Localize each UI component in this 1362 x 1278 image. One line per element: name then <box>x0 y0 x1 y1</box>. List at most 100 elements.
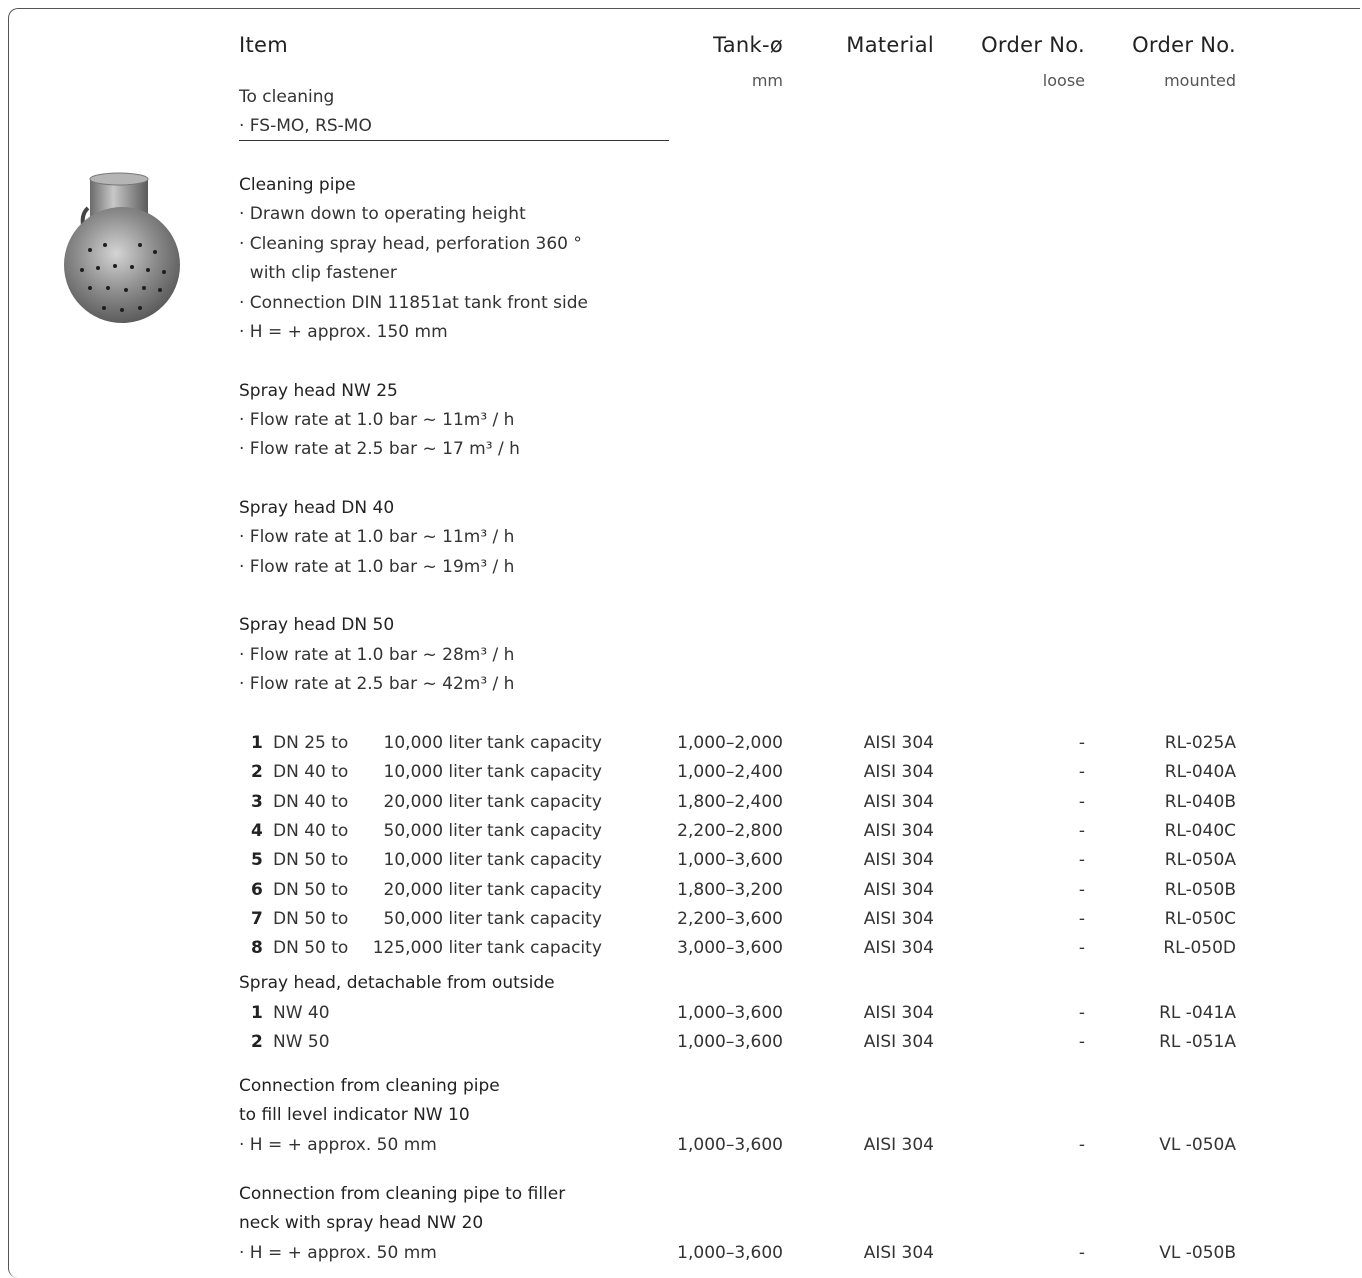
table-row: 8 DN 50 to 125,000 liter tank capacity 3,000… <box>0 938 1362 967</box>
table-row: 3 DN 40 to 20,000 liter tank capacity 1,800–… <box>0 792 1362 821</box>
capacity-label-cell: tank capacity <box>487 762 602 783</box>
material-cell: AISI 304 <box>863 733 934 753</box>
mounted-cell: RL -041A <box>1159 1003 1236 1023</box>
loose-cell: - <box>1078 938 1085 959</box>
mounted-cell: RL -051A <box>1159 1032 1236 1053</box>
mounted-cell: RL-050D <box>1163 938 1236 959</box>
capacity-cell: 10,000 liter <box>383 850 482 871</box>
dn-cell: DN 50 to <box>273 879 349 900</box>
row-number: 1 <box>251 733 263 753</box>
cleaning-pipe-line: · Cleaning spray head, perforation 360 ° <box>239 234 582 254</box>
table-row: 1 DN 25 to 10,000 liter tank capacity 1,000–… <box>0 733 1362 762</box>
intro-line-2: · FS-MO, RS-MO <box>239 116 372 136</box>
loose-cell: - <box>1078 1243 1085 1263</box>
tank-cell: 2,200–3,600 <box>677 908 783 929</box>
row-number: 1 <box>251 1003 263 1023</box>
tank-cell: 1,000–3,600 <box>677 850 783 871</box>
tank-cell: 1,000–3,600 <box>677 1135 783 1155</box>
header-order-mounted: Order No. <box>1132 33 1236 57</box>
tank-cell: 1,000–2,400 <box>677 762 783 783</box>
mounted-cell: RL-050A <box>1164 850 1236 871</box>
row-number: 2 <box>251 762 263 783</box>
header-item: Item <box>239 33 289 57</box>
table-row: · H = + approx. 50 mm 1,000–3,600 AISI 3… <box>0 1135 1362 1164</box>
tank-cell: 2,200–2,800 <box>677 820 783 841</box>
loose-subheader: loose <box>1042 71 1085 90</box>
material-cell: AISI 304 <box>863 1135 934 1155</box>
capacity-cell: 50,000 liter <box>383 908 482 929</box>
spray-dn40-line: · Flow rate at 1.0 bar ~ 19m³ / h <box>239 557 515 577</box>
material-cell: AISI 304 <box>863 879 934 900</box>
tank-unit: mm <box>751 71 783 90</box>
capacity-label-cell: tank capacity <box>487 938 602 959</box>
dn-cell: NW 40 <box>273 1003 330 1023</box>
tank-cell: 1,000–3,600 <box>677 1032 783 1053</box>
spray-nw25-line: · Flow rate at 1.0 bar ~ 11m³ / h <box>239 410 515 430</box>
cleaning-pipe-line: with clip fastener <box>239 263 397 283</box>
header-order-loose: Order No. <box>981 33 1085 57</box>
conn-fill-line-2: to fill level indicator NW 10 <box>239 1105 470 1125</box>
dn-cell: DN 50 to <box>273 850 349 871</box>
capacity-label-cell: tank capacity <box>487 850 602 871</box>
mounted-cell: RL-050B <box>1164 879 1236 900</box>
spray-dn50-title: Spray head DN 50 <box>239 615 395 635</box>
dn-cell: DN 40 to <box>273 791 349 812</box>
dn-cell: DN 50 to <box>273 908 349 929</box>
loose-cell: - <box>1078 733 1085 753</box>
capacity-cell: 20,000 liter <box>383 791 482 812</box>
cleaning-pipe-line: · H = + approx. 150 mm <box>239 322 448 342</box>
material-cell: AISI 304 <box>863 820 934 841</box>
dn-cell: DN 40 to <box>273 820 349 841</box>
table-row: 1 NW 40 1,000–3,600 AISI 304 - RL -041A <box>0 1003 1362 1032</box>
page-frame <box>8 8 1360 1278</box>
loose-cell: - <box>1078 850 1085 871</box>
tank-cell: 1,000–3,600 <box>677 1243 783 1263</box>
loose-cell: - <box>1078 1135 1085 1155</box>
spray-nw25-title: Spray head NW 25 <box>239 381 398 401</box>
material-cell: AISI 304 <box>863 1032 934 1053</box>
table-row: 6 DN 50 to 20,000 liter tank capacity 1,800–… <box>0 880 1362 909</box>
row-number: 6 <box>251 879 263 900</box>
mounted-cell: VL -050A <box>1159 1135 1236 1155</box>
material-cell: AISI 304 <box>863 908 934 929</box>
loose-cell: - <box>1078 820 1085 841</box>
table-row: 5 DN 50 to 10,000 liter tank capacity 1,000–… <box>0 850 1362 879</box>
material-cell: AISI 304 <box>863 938 934 959</box>
cleaning-pipe-line: · Connection DIN 11851at tank front side <box>239 293 588 313</box>
loose-cell: - <box>1078 791 1085 812</box>
spray-dn50-line: · Flow rate at 2.5 bar ~ 42m³ / h <box>239 674 515 694</box>
row-number: 8 <box>251 938 263 959</box>
material-cell: AISI 304 <box>863 762 934 783</box>
spray-dn50-line: · Flow rate at 1.0 bar ~ 28m³ / h <box>239 645 515 665</box>
capacity-cell: 10,000 liter <box>383 733 482 753</box>
intro-divider <box>239 140 669 141</box>
loose-cell: - <box>1078 1032 1085 1053</box>
row-number: 4 <box>251 820 263 841</box>
spray-dn40-line: · Flow rate at 1.0 bar ~ 11m³ / h <box>239 527 515 547</box>
mounted-cell: RL-025A <box>1164 733 1236 753</box>
dn-cell: DN 50 to <box>273 938 349 959</box>
loose-cell: - <box>1078 1003 1085 1023</box>
mounted-subheader: mounted <box>1164 71 1236 90</box>
capacity-cell: 125,000 liter <box>372 938 482 959</box>
capacity-label-cell: tank capacity <box>487 791 602 812</box>
conn-filler-line-1: Connection from cleaning pipe to filler <box>239 1184 566 1204</box>
loose-cell: - <box>1078 908 1085 929</box>
spray-head-photo <box>64 172 180 323</box>
cleaning-pipe-title: Cleaning pipe <box>239 175 356 195</box>
row-number: 5 <box>251 850 263 871</box>
loose-cell: - <box>1078 762 1085 783</box>
table-row: 2 DN 40 to 10,000 liter tank capacity 1,000–… <box>0 762 1362 791</box>
mounted-cell: RL-050C <box>1164 908 1236 929</box>
table-row: 2 NW 50 1,000–3,600 AISI 304 - RL -051A <box>0 1032 1362 1061</box>
conn-filler-detail: · H = + approx. 50 mm <box>239 1243 437 1263</box>
loose-cell: - <box>1078 879 1085 900</box>
table-row: · H = + approx. 50 mm 1,000–3,600 AISI 3… <box>0 1243 1362 1272</box>
conn-fill-line-1: Connection from cleaning pipe <box>239 1076 500 1096</box>
table-row: 7 DN 50 to 50,000 liter tank capacity 2,200–… <box>0 909 1362 938</box>
mounted-cell: RL-040C <box>1164 820 1236 841</box>
tank-cell: 1,000–3,600 <box>677 1003 783 1023</box>
tank-cell: 1,800–3,200 <box>677 879 783 900</box>
dn-cell: DN 40 to <box>273 762 349 783</box>
tank-cell: 1,000–2,000 <box>677 733 783 753</box>
